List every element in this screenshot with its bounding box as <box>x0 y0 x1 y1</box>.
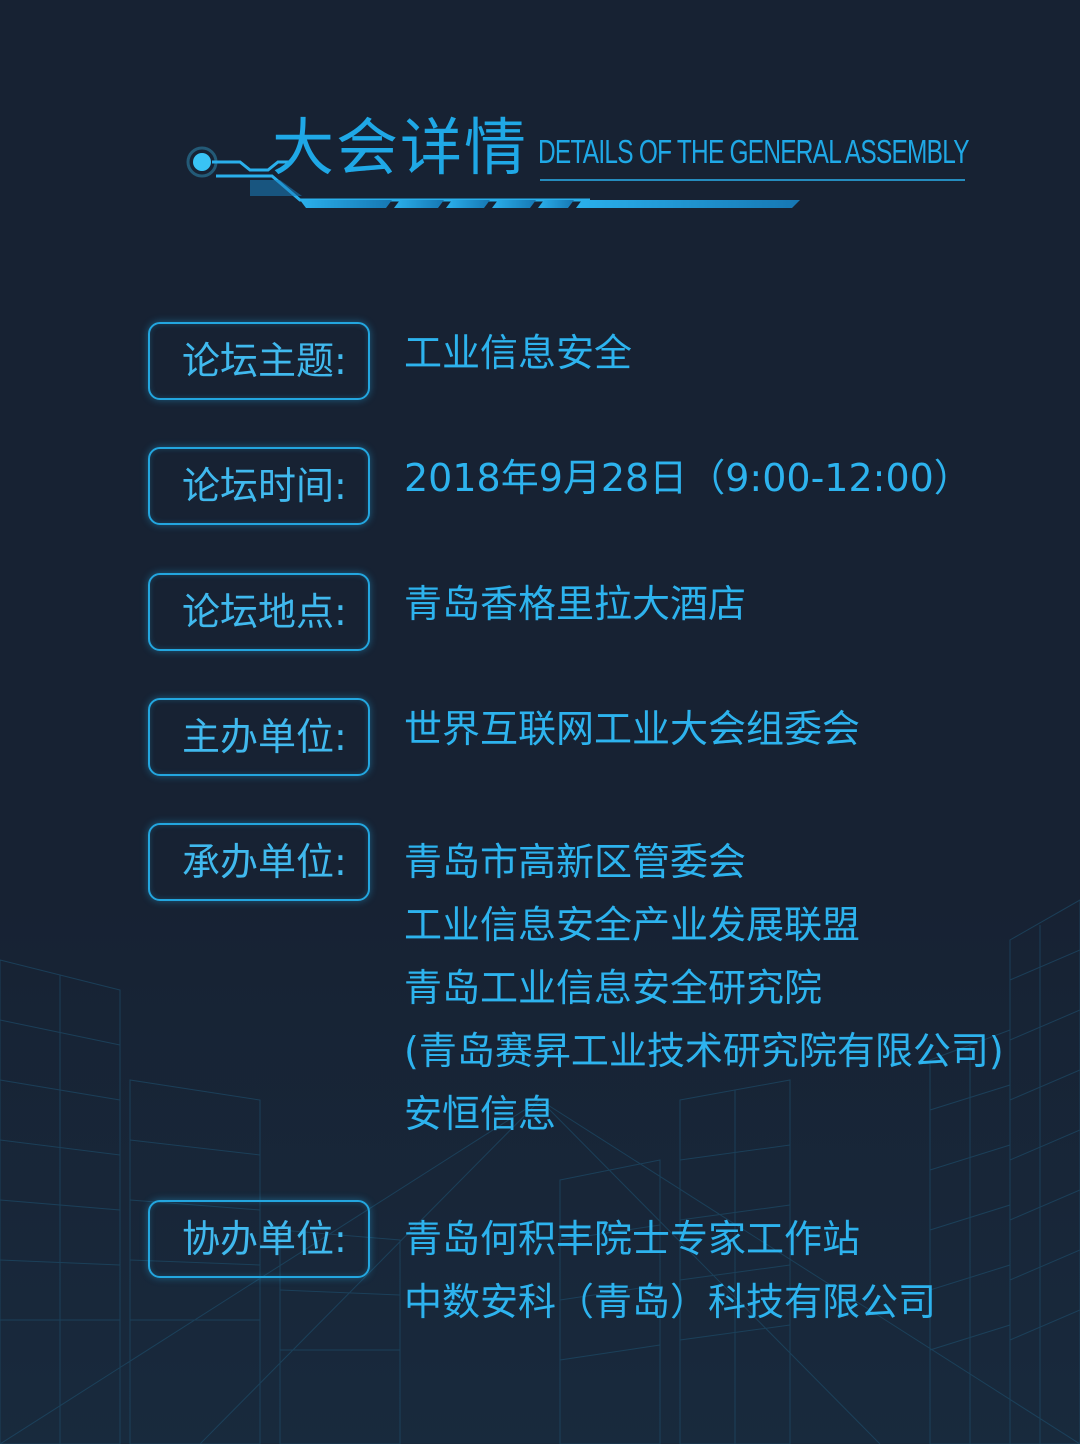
value-line: 世界互联网工业大会组委会 <box>404 707 861 751</box>
label-forum-time: 论坛时间: <box>148 447 370 525</box>
header-dot-icon <box>186 146 218 178</box>
label-host: 主办单位: <box>148 698 370 776</box>
label-organizer: 承办单位: <box>148 823 370 901</box>
value-line: 青岛市高新区管委会 <box>404 840 747 884</box>
value-line: (青岛赛昇工业技术研究院有限公司) <box>404 1029 1004 1073</box>
value-forum-venue: 青岛香格里拉大酒店 <box>404 573 746 636</box>
value-forum-theme: 工业信息安全 <box>404 322 632 385</box>
value-co-organizer: 青岛何积丰院士专家工作站 中数安科（青岛）科技有限公司 <box>404 1208 936 1334</box>
value-line: 青岛何积丰院士专家工作站 <box>404 1217 861 1261</box>
value-line: 工业信息安全 <box>404 331 633 375</box>
page-title: 大会详情 <box>272 111 529 184</box>
label-forum-venue: 论坛地点: <box>148 573 370 651</box>
header-decoration <box>186 146 965 208</box>
value-organizer: 青岛市高新区管委会 工业信息安全产业发展联盟 青岛工业信息安全研究院 (青岛赛昇… <box>404 831 1004 1146</box>
label-co-organizer: 协办单位: <box>148 1200 370 1278</box>
value-line: 2018年9月28日（9:00-12:00） <box>404 456 972 500</box>
value-line: 安恒信息 <box>404 1092 557 1136</box>
value-line: 工业信息安全产业发展联盟 <box>404 903 861 947</box>
value-host: 世界互联网工业大会组委会 <box>404 698 860 761</box>
value-line: 中数安科（青岛）科技有限公司 <box>404 1280 937 1324</box>
page-subtitle-en: DETAILS OF THE GENERAL ASSEMBLY <box>538 133 970 170</box>
value-line: 青岛工业信息安全研究院 <box>404 966 823 1010</box>
value-line: 青岛香格里拉大酒店 <box>404 582 747 626</box>
label-forum-theme: 论坛主题: <box>148 322 370 400</box>
value-forum-time: 2018年9月28日（9:00-12:00） <box>404 447 972 510</box>
